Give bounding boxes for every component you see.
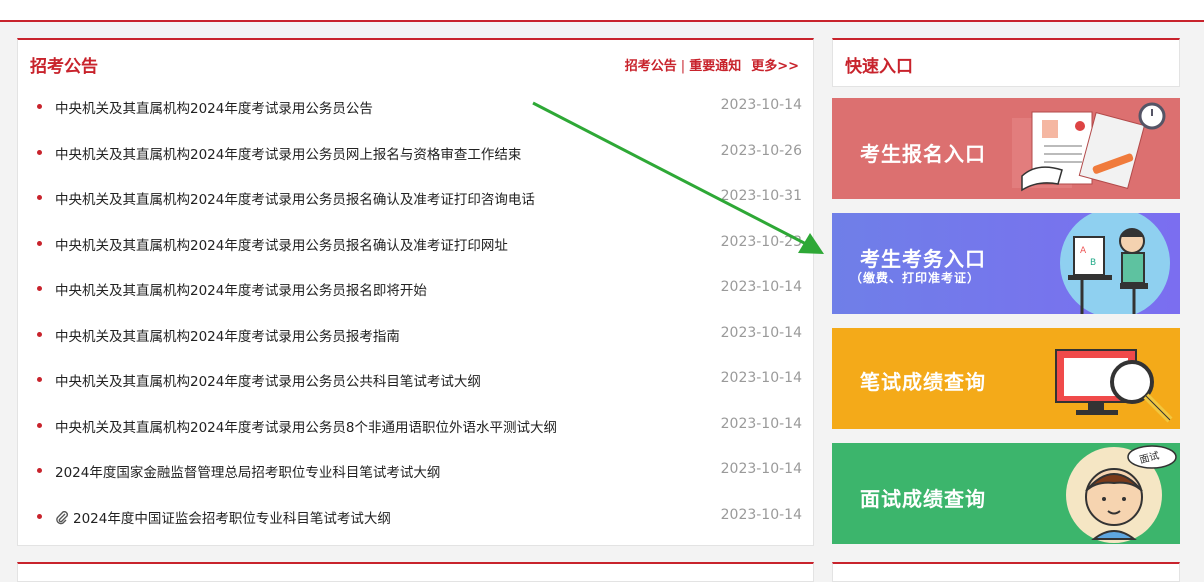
news-title-text: 中央机关及其直属机构2024年度考试录用公务员8个非通用语职位外语水平测试大纲	[55, 419, 557, 436]
svg-text:B: B	[1090, 258, 1096, 268]
bullet-dot	[37, 377, 42, 382]
news-title-link[interactable]: 中央机关及其直属机构2024年度考试录用公务员报名确认及准考证打印咨询电话	[55, 188, 535, 208]
news-title-link[interactable]: 中央机关及其直属机构2024年度考试录用公务员公共科目笔试考试大纲	[55, 370, 481, 390]
news-item[interactable]: 中央机关及其直属机构2024年度考试录用公务员报名确认及准考证打印网址 2023-…	[18, 230, 815, 276]
news-title-link[interactable]: 中央机关及其直属机构2024年度考试录用公务员公告	[55, 97, 373, 117]
news-date: 2023-10-14	[720, 506, 802, 523]
news-date: 2023-10-26	[720, 142, 802, 159]
bullet-dot	[37, 513, 42, 519]
news-title-text: 中央机关及其直属机构2024年度考试录用公务员报名即将开始	[55, 283, 427, 299]
news-title-link[interactable]: 中央机关及其直属机构2024年度考试录用公务员网上报名与资格审查工作结束	[55, 143, 521, 163]
notice-title: 招考公告	[30, 57, 98, 77]
next-quick-panel-top	[832, 562, 1180, 582]
news-title-text: 中央机关及其直属机构2024年度考试录用公务员报名确认及准考证打印咨询电话	[55, 192, 535, 208]
bullet-dot	[37, 240, 42, 246]
link-recruitment-notices[interactable]: 招考公告	[625, 59, 677, 74]
news-date: 2023-10-23	[720, 233, 802, 250]
news-date: 2023-10-14	[720, 461, 802, 477]
bullet-dot	[37, 195, 42, 200]
news-title-text: 2024年度中国证监会招考职位专业科目笔试考试大纲	[73, 510, 391, 527]
bullet-dot	[37, 468, 42, 473]
news-list: 中央机关及其直属机构2024年度考试录用公务员公告 2023-10-14 中央机关及…	[18, 93, 815, 548]
news-title-link[interactable]: 中央机关及其直属机构2024年度考试录用公务员报名即将开始	[55, 279, 427, 299]
news-title-link[interactable]: 中央机关及其直属机构2024年度考试录用公务员报考指南	[55, 325, 400, 345]
news-title-text: 中央机关及其直属机构2024年度考试录用公务员报名确认及准考证打印网址	[55, 237, 508, 254]
bullet-dot	[37, 286, 42, 291]
bullet-dot	[37, 104, 42, 109]
exam-affairs-entry-banner[interactable]: 考生考务入口 （缴费、打印准考证） A B	[832, 213, 1180, 314]
quick-entry-title: 快速入口	[845, 57, 913, 77]
notice-header-links: 招考公告 | 重要通知 更多>>	[625, 55, 799, 74]
news-title-link[interactable]: 2024年度中国证监会招考职位专业科目笔试考试大纲	[55, 507, 391, 527]
news-item[interactable]: 2024年度中国证监会招考职位专业科目笔试考试大纲 2023-10-14	[18, 503, 815, 549]
news-title-text: 中央机关及其直属机构2024年度考试录用公务员报考指南	[55, 328, 400, 345]
link-important-notices[interactable]: 重要通知	[689, 59, 741, 74]
news-item[interactable]: 中央机关及其直属机构2024年度考试录用公务员网上报名与资格审查工作结束 2023…	[18, 139, 815, 185]
bullet-dot	[37, 331, 42, 337]
application-form-icon	[1012, 102, 1166, 192]
news-title-link[interactable]: 中央机关及其直属机构2024年度考试录用公务员报名确认及准考证打印网址	[55, 234, 508, 254]
quick-entry-panel: 快速入口	[832, 38, 1180, 87]
student-computer-icon: A B	[1060, 213, 1170, 314]
news-title-text: 中央机关及其直属机构2024年度考试录用公务员公告	[55, 101, 373, 117]
top-bar	[0, 0, 1204, 22]
news-title-text: 2024年度国家金融监督管理总局招考职位专业科目笔试考试大纲	[55, 465, 441, 481]
link-separator: |	[680, 59, 686, 74]
news-title-link[interactable]: 2024年度国家金融监督管理总局招考职位专业科目笔试考试大纲	[55, 461, 440, 481]
written-score-banner[interactable]: 笔试成绩查询	[832, 328, 1180, 429]
more-link[interactable]: 更多>>	[751, 59, 799, 74]
news-item[interactable]: 2024年度国家金融监督管理总局招考职位专业科目笔试考试大纲 2023-10-14	[18, 457, 815, 503]
news-title-text: 中央机关及其直属机构2024年度考试录用公务员公共科目笔试考试大纲	[55, 374, 481, 390]
news-date: 2023-10-14	[720, 279, 802, 295]
next-panel-top	[17, 562, 814, 582]
svg-text:A: A	[1080, 246, 1087, 256]
news-item[interactable]: 中央机关及其直属机构2024年度考试录用公务员报名确认及准考证打印咨询电话 202…	[18, 184, 815, 230]
monitor-magnifier-icon	[1055, 349, 1173, 423]
news-item[interactable]: 中央机关及其直属机构2024年度考试录用公务员8个非通用语职位外语水平测试大纲 2…	[18, 412, 815, 458]
news-item[interactable]: 中央机关及其直属机构2024年度考试录用公务员报名即将开始 2023-10-14	[18, 275, 815, 321]
notice-panel: 招考公告 招考公告 | 重要通知 更多>> 中央机关及其直属机构2024年度考试录用公…	[17, 38, 814, 546]
interview-score-banner[interactable]: 面试成绩查询 面试	[832, 443, 1180, 544]
news-item[interactable]: 中央机关及其直属机构2024年度考试录用公务员公共科目笔试考试大纲 2023-10…	[18, 366, 815, 412]
news-title-text: 中央机关及其直属机构2024年度考试录用公务员网上报名与资格审查工作结束	[55, 146, 522, 163]
news-date: 2023-10-31	[720, 188, 802, 204]
news-date: 2023-10-14	[720, 97, 802, 113]
news-title-link[interactable]: 中央机关及其直属机构2024年度考试录用公务员8个非通用语职位外语水平测试大纲	[55, 416, 557, 436]
bullet-dot	[37, 149, 42, 155]
news-date: 2023-10-14	[720, 324, 802, 341]
news-item[interactable]: 中央机关及其直属机构2024年度考试录用公务员公告 2023-10-14	[18, 93, 815, 139]
interview-face-icon	[1066, 445, 1177, 543]
news-date: 2023-10-14	[720, 370, 802, 386]
bullet-dot	[37, 422, 42, 428]
news-item[interactable]: 中央机关及其直属机构2024年度考试录用公务员报考指南 2023-10-14	[18, 321, 815, 367]
registration-entry-banner[interactable]: 考生报名入口	[832, 98, 1180, 199]
attachment-icon	[56, 510, 68, 524]
news-date: 2023-10-14	[720, 415, 802, 432]
